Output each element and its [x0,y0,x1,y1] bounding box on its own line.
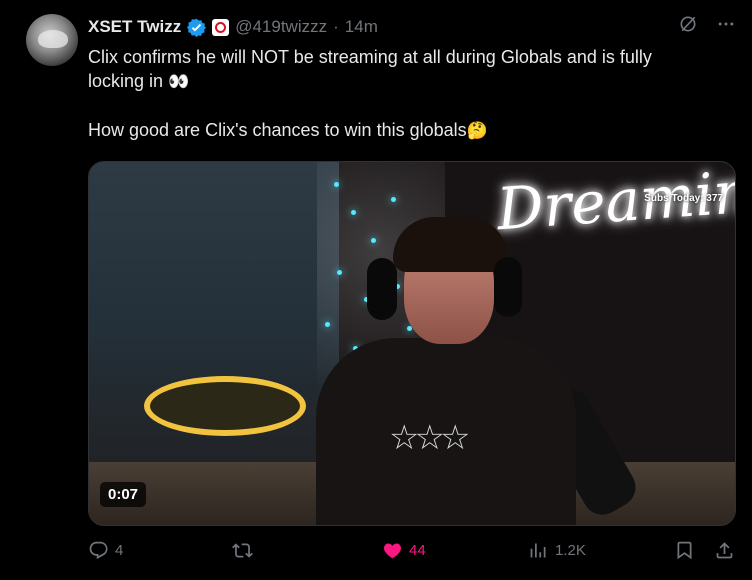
subs-counter: Subs Today: 377 [644,193,723,204]
tweet-paragraph-1: Clix confirms he will NOT be streaming a… [88,45,728,94]
affiliate-badge-icon[interactable] [212,18,230,36]
streamer-hair [393,217,508,272]
author-name[interactable]: XSET Twizz [88,17,181,37]
more-icon[interactable] [716,14,736,34]
repost-button[interactable] [232,540,259,561]
smiley-rug [144,376,306,436]
views-button[interactable]: 1.2K [528,540,586,561]
views-count: 1.2K [555,542,586,559]
tweet-actions: 4 44 1.2K [88,540,738,564]
thinking-emoji: 🤔 [466,121,488,140]
reply-icon [89,541,108,560]
tweet-header: XSET Twizz @419twizzz · 14m [88,15,378,39]
like-count: 44 [409,542,426,559]
tweet-video[interactable]: Dreamin Subs Today: 377 ☆☆☆ 0:07 [88,161,736,526]
tweet-text: Clix confirms he will NOT be streaming a… [88,45,728,143]
author-handle[interactable]: @419twizzz [235,17,327,37]
top-actions [678,14,736,34]
grok-icon[interactable] [678,14,698,34]
shirt-stars: ☆☆☆ [389,419,470,457]
views-icon [530,543,546,558]
bookmark-icon [677,541,692,560]
repost-icon [232,543,253,558]
share-icon [716,542,733,559]
tweet-paragraph-2: How good are Clix's chances to win this … [88,118,728,143]
headphone-left [367,258,397,320]
tweet-time[interactable]: 14m [345,17,378,37]
heart-icon [384,543,401,559]
reply-button[interactable]: 4 [88,540,123,561]
reply-count: 4 [115,542,124,559]
author-avatar[interactable] [26,14,78,66]
tweet-line-2: How good are Clix's chances to win this … [88,120,467,140]
share-button[interactable] [714,540,735,561]
verified-icon [187,18,207,37]
headphone-right [494,257,522,317]
bookmark-button[interactable] [674,540,695,561]
header-separator: · [333,17,339,36]
video-duration: 0:07 [100,482,147,507]
neon-sign: Dreamin [494,161,736,244]
eyes-emoji: 👀 [168,72,190,91]
like-button[interactable]: 44 [382,540,426,561]
